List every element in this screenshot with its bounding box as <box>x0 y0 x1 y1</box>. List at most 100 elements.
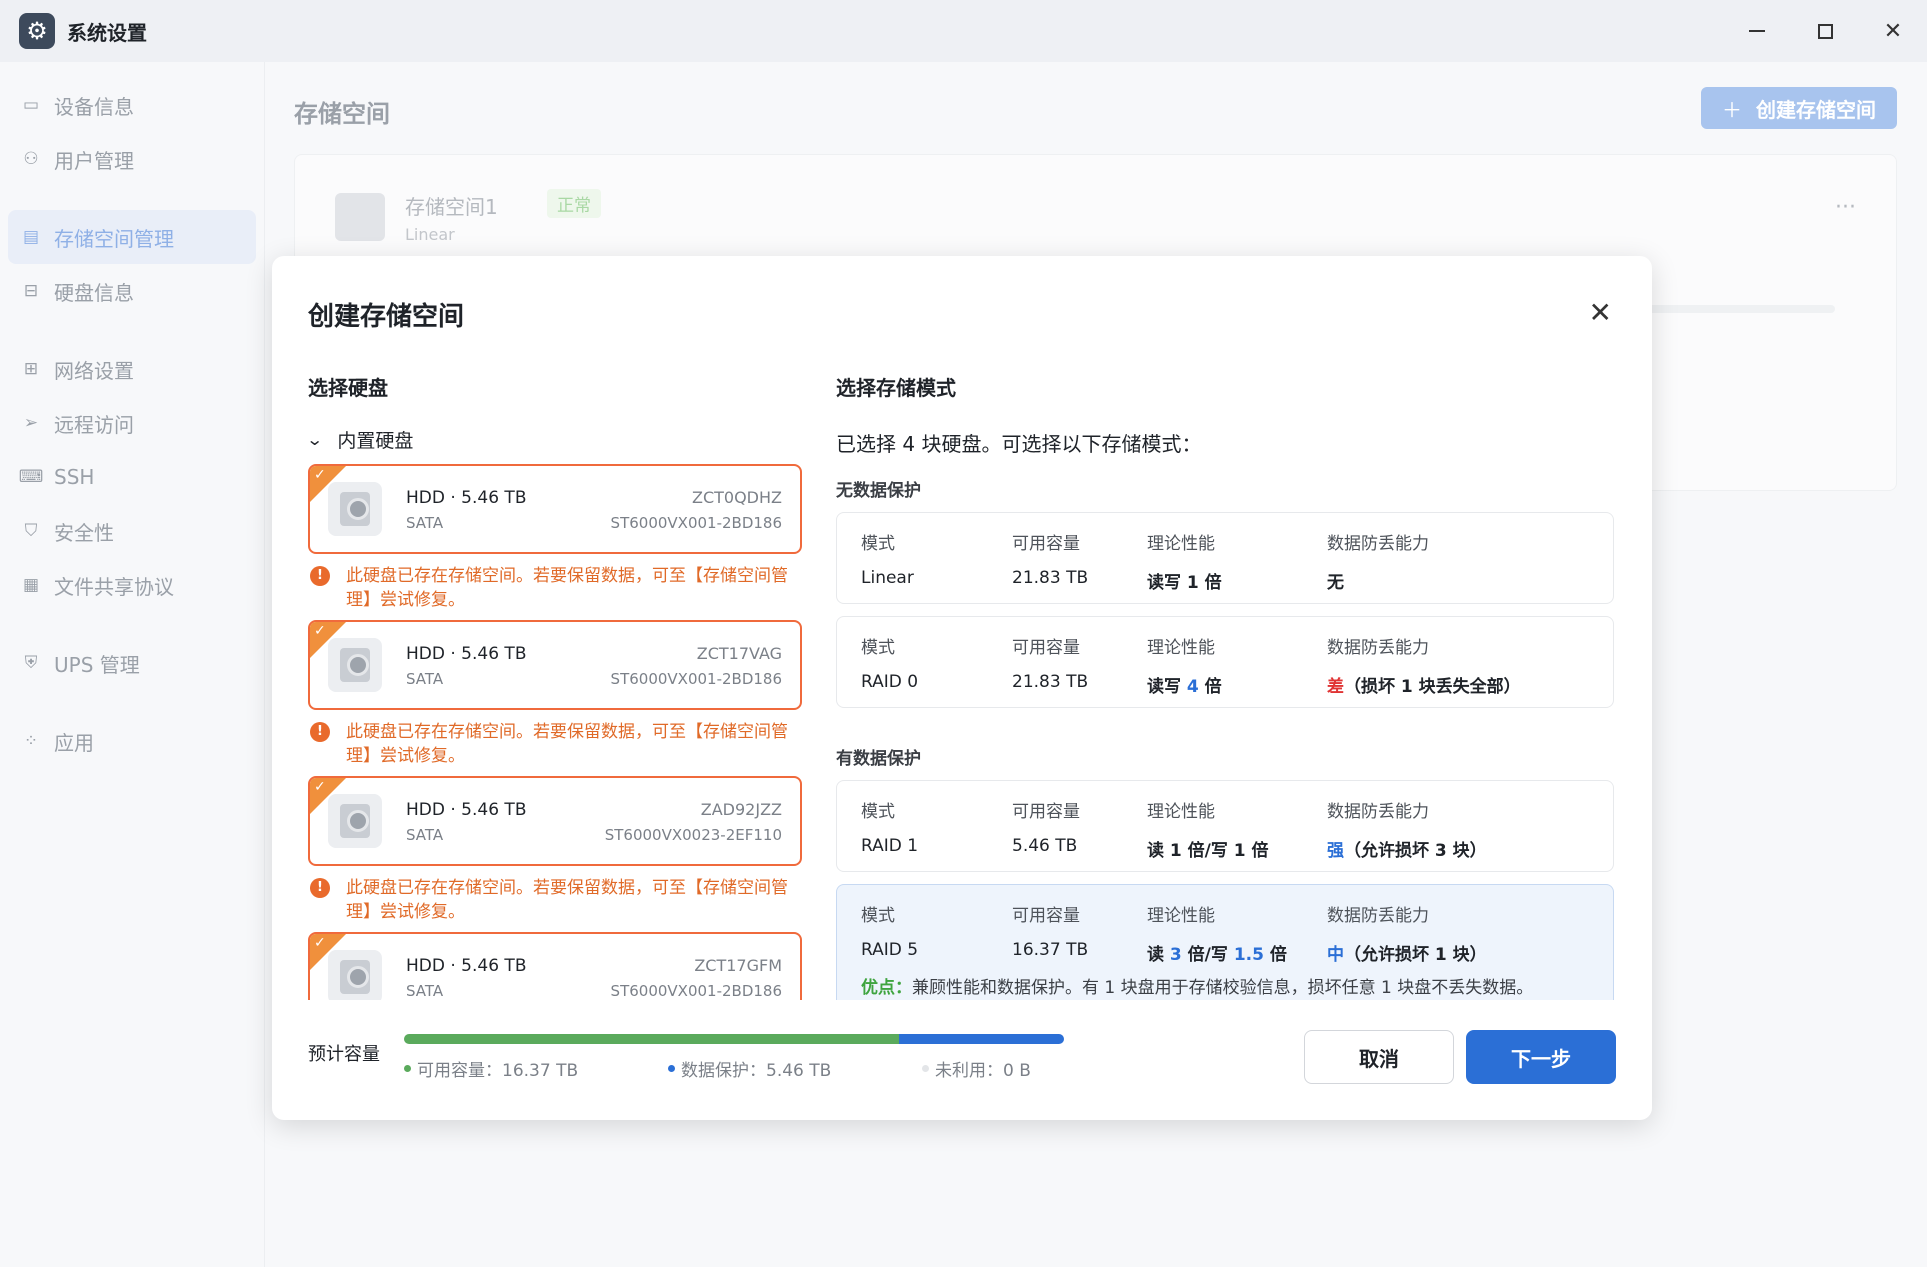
mode-value: RAID 5 <box>861 940 919 960</box>
legend-unused: 未利用：0 B <box>922 1056 1031 1081</box>
protect-header: 有数据保护 <box>836 749 921 769</box>
sidebar-item-disk-info[interactable]: ⊟ 硬盘信息 <box>8 264 256 318</box>
mode-card-raid0[interactable]: 模式 RAID 0 可用容量 21.83 TB 理论性能读写 4 倍 数据防丢能力差… <box>836 616 1614 708</box>
next-button[interactable]: 下一步 <box>1466 1030 1616 1084</box>
disk-serial: ZCT17GFM <box>694 956 782 975</box>
sidebar-item-security[interactable]: ⛉ 安全性 <box>8 504 256 558</box>
perf-part: 倍 <box>1263 945 1287 965</box>
space-type: Linear <box>405 225 455 244</box>
sidebar-item-apps[interactable]: ⁘ 应用 <box>8 714 256 768</box>
col-label: 数据防丢能力 <box>1327 534 1429 554</box>
protect-detail: （允许损坏 3 块） <box>1344 841 1487 861</box>
sidebar-item-users[interactable]: ⚇ 用户管理 <box>8 132 256 186</box>
legend-unused-text: 未利用：0 B <box>935 1061 1031 1081</box>
col-label: 理论性能 <box>1147 534 1215 554</box>
perf-part: 读写 <box>1147 677 1187 697</box>
protect-value: 中（允许损坏 1 块） <box>1327 940 1487 965</box>
disk-item[interactable]: ✓ HDD · 5.46 TB SATA ZCT17VAG ST6000VX00… <box>308 620 802 710</box>
perf-value: 读写 4 倍 <box>1147 672 1222 697</box>
check-icon: ✓ <box>314 935 326 951</box>
hdd-platter <box>340 960 370 994</box>
internal-disks-toggle[interactable]: ⌄ 内置硬盘 <box>306 426 414 453</box>
col-label: 模式 <box>861 802 895 822</box>
page-title: 存储空间 <box>294 100 390 128</box>
ups-icon: ⛨ <box>24 653 38 673</box>
capacity-value: 16.37 TB <box>1012 940 1089 960</box>
create-storage-dialog: 创建存储空间 ✕ 选择硬盘 ⌄ 内置硬盘 ✓ HDD · 5.46 TB SAT… <box>272 256 1652 1120</box>
storage-modes: 已选择 4 块硬盘。可选择以下存储模式： 无数据保护 模式 Linear 可用容量… <box>836 406 1616 1000</box>
check-icon: ✓ <box>314 779 326 795</box>
sidebar-item-label: 网络设置 <box>54 358 134 383</box>
hdd-icon <box>328 794 382 848</box>
window-controls: ✕ <box>1723 0 1927 62</box>
minimize-button[interactable] <box>1723 0 1791 62</box>
cancel-button[interactable]: 取消 <box>1304 1030 1454 1084</box>
sidebar-item-remote[interactable]: ➢ 远程访问 <box>8 396 256 450</box>
col-label: 可用容量 <box>1012 802 1080 822</box>
mode-card-raid5[interactable]: 模式 RAID 5 可用容量 16.37 TB 理论性能读 3 倍/写 1.5 倍 … <box>836 884 1614 1000</box>
perf-part: 读 <box>1147 945 1170 965</box>
internal-disks-label: 内置硬盘 <box>337 430 414 452</box>
protect-col: 数据防丢能力 差（损坏 1 块丢失全部） <box>1327 633 1521 697</box>
dialog-title: 创建存储空间 <box>308 302 465 332</box>
more-icon[interactable]: ··· <box>1835 195 1856 220</box>
warning-text: 此硬盘已存在存储空间。若要保留数据，可至【存储空间管理】尝试修复。 <box>346 722 788 766</box>
col-label: 模式 <box>861 638 895 658</box>
capacity-col: 可用容量 21.83 TB <box>1012 633 1088 692</box>
mode-col: 模式 RAID 5 <box>861 901 918 960</box>
create-storage-button[interactable]: ＋ 创建存储空间 <box>1701 87 1897 129</box>
protect-dot <box>668 1065 675 1072</box>
disk-model: ST6000VX001-2BD186 <box>610 982 782 1000</box>
close-window-button[interactable]: ✕ <box>1859 0 1927 62</box>
advantage-text: 兼顾性能和数据保护。有 1 块盘用于存储校验信息，损坏任意 1 块盘不丢失数据。 <box>912 978 1534 998</box>
legend-protect: 数据保护：5.46 TB <box>668 1056 831 1081</box>
disk-item[interactable]: ✓ HDD · 5.46 TB SATA ZCT17GFM ST6000VX00… <box>308 932 802 1000</box>
disk-serial: ZCT17VAG <box>696 644 782 663</box>
title-bar: ⚙ 系统设置 ✕ <box>0 0 1927 62</box>
mode-value: RAID 1 <box>861 836 919 856</box>
mode-col: 模式 RAID 0 <box>861 633 918 692</box>
disk-item[interactable]: ✓ HDD · 5.46 TB SATA ZCT0QDHZ ST6000VX00… <box>308 464 802 554</box>
disk-bus: SATA <box>406 826 444 844</box>
unused-dot <box>922 1065 929 1072</box>
perf-col: 理论性能 读写 1 倍 <box>1147 529 1222 593</box>
no-protect-header: 无数据保护 <box>836 481 921 501</box>
disk-name: HDD · 5.46 TB <box>406 488 527 508</box>
sidebar-item-file-share[interactable]: ▦ 文件共享协议 <box>8 558 256 612</box>
mode-card-linear[interactable]: 模式 Linear 可用容量 21.83 TB 理论性能 读写 1 倍 数据防丢能力无 <box>836 512 1614 604</box>
warning-icon: ! <box>310 566 330 586</box>
sidebar-item-label: 用户管理 <box>54 148 134 173</box>
col-label: 理论性能 <box>1147 906 1215 926</box>
hdd-platter <box>340 648 370 682</box>
capacity-label: 预计容量 <box>308 1044 380 1065</box>
disk-item[interactable]: ✓ HDD · 5.46 TB SATA ZAD92JZZ ST6000VX00… <box>308 776 802 866</box>
protect-level: 中 <box>1327 945 1344 965</box>
maximize-button[interactable] <box>1791 0 1859 62</box>
dialog-close-icon[interactable]: ✕ <box>1589 296 1612 329</box>
warning-text: 此硬盘已存在存储空间。若要保留数据，可至【存储空间管理】尝试修复。 <box>346 878 788 922</box>
disk-warning: ! 此硬盘已存在存储空间。若要保留数据，可至【存储空间管理】尝试修复。 <box>308 720 802 768</box>
create-storage-label: 创建存储空间 <box>1756 97 1876 122</box>
sidebar-item-ups[interactable]: ⛨ UPS 管理 <box>8 636 256 690</box>
sidebar-item-label: SSH <box>54 465 95 489</box>
sidebar-item-storage[interactable]: ▤ 存储空间管理 <box>8 210 256 264</box>
sidebar-item-ssh[interactable]: ⌨ SSH <box>8 450 256 504</box>
capacity-col: 可用容量 21.83 TB <box>1012 529 1088 588</box>
sidebar-item-network[interactable]: ⊞ 网络设置 <box>8 342 256 396</box>
mode-card-raid1[interactable]: 模式 RAID 1 可用容量 5.46 TB 理论性能读 1 倍/写 1 倍 数据防… <box>836 780 1614 872</box>
disk-model: ST6000VX0023-2EF110 <box>604 826 782 844</box>
plus-icon: ＋ <box>1722 97 1742 122</box>
maximize-icon <box>1817 23 1833 39</box>
ssh-icon: ⌨ <box>18 467 44 487</box>
protect-value: 无 <box>1327 573 1344 593</box>
mode-value: Linear <box>861 568 914 588</box>
remote-icon: ➢ <box>23 413 39 433</box>
perf-value: 读 1 倍/写 1 倍 <box>1147 841 1269 861</box>
capacity-col: 可用容量 16.37 TB <box>1012 901 1088 960</box>
gear-icon: ⚙ <box>19 13 55 49</box>
sidebar-item-device-info[interactable]: ▭ 设备信息 <box>8 78 256 132</box>
col-label: 理论性能 <box>1147 638 1215 658</box>
protect-value: 强（允许损坏 3 块） <box>1327 836 1487 861</box>
